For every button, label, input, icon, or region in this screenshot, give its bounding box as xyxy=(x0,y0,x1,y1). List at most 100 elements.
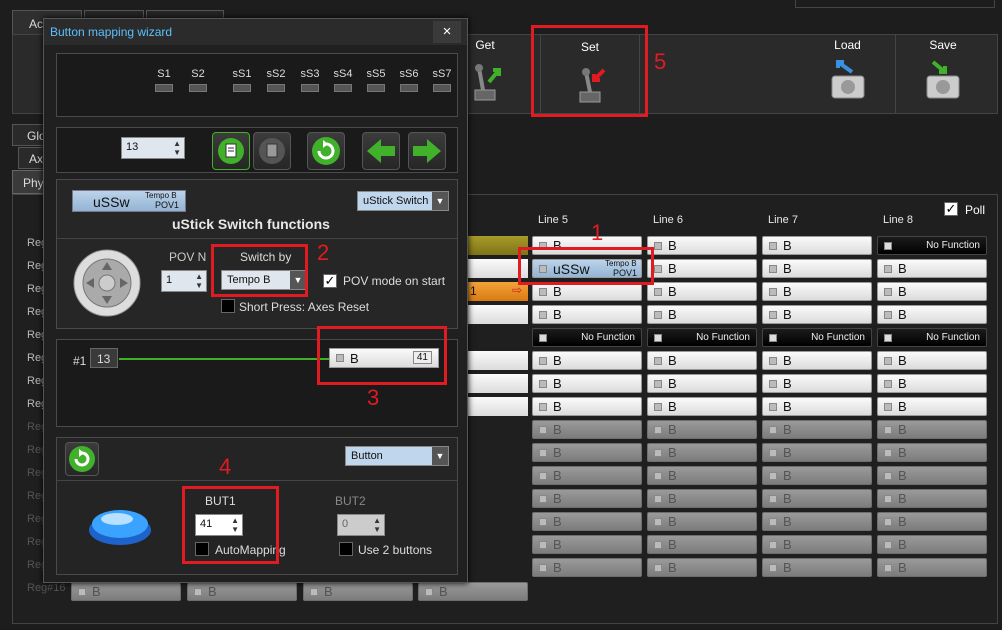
cell-label: B xyxy=(553,399,562,414)
grid-cell[interactable]: B xyxy=(762,397,872,416)
switch-indicator: sS3 xyxy=(295,68,325,92)
grid-cell[interactable]: B xyxy=(647,512,757,531)
copy-button[interactable] xyxy=(253,132,291,170)
grid-cell[interactable]: B xyxy=(532,558,642,577)
poll-checkbox[interactable]: ✓ xyxy=(944,202,958,216)
grid-cell[interactable]: B xyxy=(647,259,757,278)
grid-cell[interactable]: No Function xyxy=(647,328,757,347)
use-two-buttons-checkbox[interactable] xyxy=(339,542,353,556)
arrow-right-icon: ⇨ xyxy=(511,283,522,297)
but2-stepper[interactable]: 0 ▲ ▼ xyxy=(337,514,385,536)
arrow-left-icon xyxy=(367,139,395,163)
grid-cell[interactable]: B xyxy=(532,443,642,462)
grid-cell-bottom[interactable]: B xyxy=(187,582,297,601)
grid-cell[interactable]: B xyxy=(762,236,872,255)
grid-cell[interactable]: B xyxy=(647,397,757,416)
refresh-button-2[interactable] xyxy=(65,442,99,476)
grid-cell[interactable]: B xyxy=(762,259,872,278)
cell-square-icon xyxy=(539,541,547,549)
grid-cell[interactable]: B xyxy=(877,305,987,324)
grid-cell-bottom[interactable]: B xyxy=(418,582,528,601)
cell-square-icon xyxy=(884,541,892,549)
grid-cell[interactable]: B xyxy=(762,374,872,393)
paste-button[interactable] xyxy=(212,132,250,170)
short-press-checkbox[interactable] xyxy=(221,299,235,313)
grid-cell[interactable]: B xyxy=(762,351,872,370)
badge-sub: POV1 xyxy=(155,200,180,210)
grid-cell[interactable]: B xyxy=(532,305,642,324)
grid-cell[interactable]: B xyxy=(532,512,642,531)
save-button[interactable]: Save xyxy=(905,34,981,114)
grid-cell[interactable]: B xyxy=(532,466,642,485)
pov-stepper[interactable]: 1 ▲ ▼ xyxy=(161,270,207,292)
cell-label: B xyxy=(668,261,677,276)
pov-mode-checkbox[interactable]: ✓ xyxy=(323,274,337,288)
cell-square-icon xyxy=(769,541,777,549)
grid-cell[interactable]: B xyxy=(762,305,872,324)
refresh-button[interactable] xyxy=(307,132,345,170)
grid-cell[interactable]: B xyxy=(532,351,642,370)
grid-cell[interactable]: B xyxy=(762,512,872,531)
grid-cell[interactable]: B xyxy=(532,420,642,439)
grid-cell[interactable]: B xyxy=(647,489,757,508)
grid-cell[interactable]: B xyxy=(877,351,987,370)
grid-cell[interactable]: B xyxy=(647,236,757,255)
grid-cell[interactable]: B xyxy=(762,443,872,462)
grid-cell[interactable]: B xyxy=(877,489,987,508)
grid-cell[interactable]: B xyxy=(647,351,757,370)
grid-cell[interactable]: B xyxy=(532,535,642,554)
grid-cell[interactable]: B xyxy=(877,558,987,577)
grid-cell[interactable]: B xyxy=(762,558,872,577)
grid-cell[interactable]: B xyxy=(877,374,987,393)
grid-cell[interactable]: B xyxy=(762,489,872,508)
grid-cell[interactable]: B xyxy=(762,535,872,554)
cell-white-partial xyxy=(468,351,528,370)
grid-cell[interactable]: B xyxy=(647,282,757,301)
grid-cell[interactable]: B xyxy=(532,489,642,508)
grid-cell[interactable]: B xyxy=(762,420,872,439)
grid-cell[interactable]: No Function xyxy=(877,328,987,347)
switch-indicator: sS5 xyxy=(361,68,391,92)
grid-cell[interactable]: No Function xyxy=(877,236,987,255)
cell-square-icon xyxy=(769,380,777,388)
grid-cell[interactable]: B xyxy=(877,259,987,278)
load-button[interactable]: Load xyxy=(800,34,896,114)
cell-label: B xyxy=(553,307,562,322)
type-select[interactable]: uStick Switch ▼ xyxy=(357,191,449,211)
grid-cell[interactable]: B xyxy=(647,558,757,577)
index-stepper[interactable]: 13 ▲ ▼ xyxy=(121,137,185,159)
cell-label: B xyxy=(668,468,677,483)
grid-cell[interactable]: B xyxy=(877,397,987,416)
paste-icon xyxy=(218,138,244,164)
grid-cell[interactable]: No Function xyxy=(762,328,872,347)
grid-cell[interactable]: B xyxy=(647,443,757,462)
load-label: Load xyxy=(834,38,861,52)
grid-cell[interactable]: B xyxy=(762,282,872,301)
prev-button[interactable] xyxy=(362,132,400,170)
grid-cell[interactable]: B xyxy=(532,374,642,393)
next-button[interactable] xyxy=(408,132,446,170)
close-button[interactable]: × xyxy=(433,21,461,43)
switch-label: sS4 xyxy=(333,68,353,80)
button-type-select[interactable]: Button ▼ xyxy=(345,446,449,466)
grid-cell[interactable]: B xyxy=(877,535,987,554)
grid-cell[interactable]: B xyxy=(877,466,987,485)
grid-cell[interactable]: B xyxy=(647,420,757,439)
cell-square-icon xyxy=(884,564,892,572)
grid-cell[interactable]: No Function xyxy=(532,328,642,347)
grid-cell-bottom[interactable]: B xyxy=(303,582,413,601)
grid-cell[interactable]: B xyxy=(647,466,757,485)
grid-cell[interactable]: B xyxy=(877,443,987,462)
but2-label: BUT2 xyxy=(335,494,366,508)
grid-cell[interactable]: B xyxy=(647,535,757,554)
grid-cell[interactable]: B xyxy=(647,305,757,324)
grid-cell[interactable]: B xyxy=(532,397,642,416)
grid-cell[interactable]: B xyxy=(877,420,987,439)
grid-cell[interactable]: B xyxy=(877,282,987,301)
grid-cell-bottom[interactable]: B xyxy=(71,582,181,601)
grid-cell[interactable]: B xyxy=(762,466,872,485)
grid-cell[interactable]: B xyxy=(877,512,987,531)
disk-load-icon xyxy=(831,60,864,99)
grid-cell[interactable]: B xyxy=(647,374,757,393)
cell-label: B xyxy=(439,584,448,599)
